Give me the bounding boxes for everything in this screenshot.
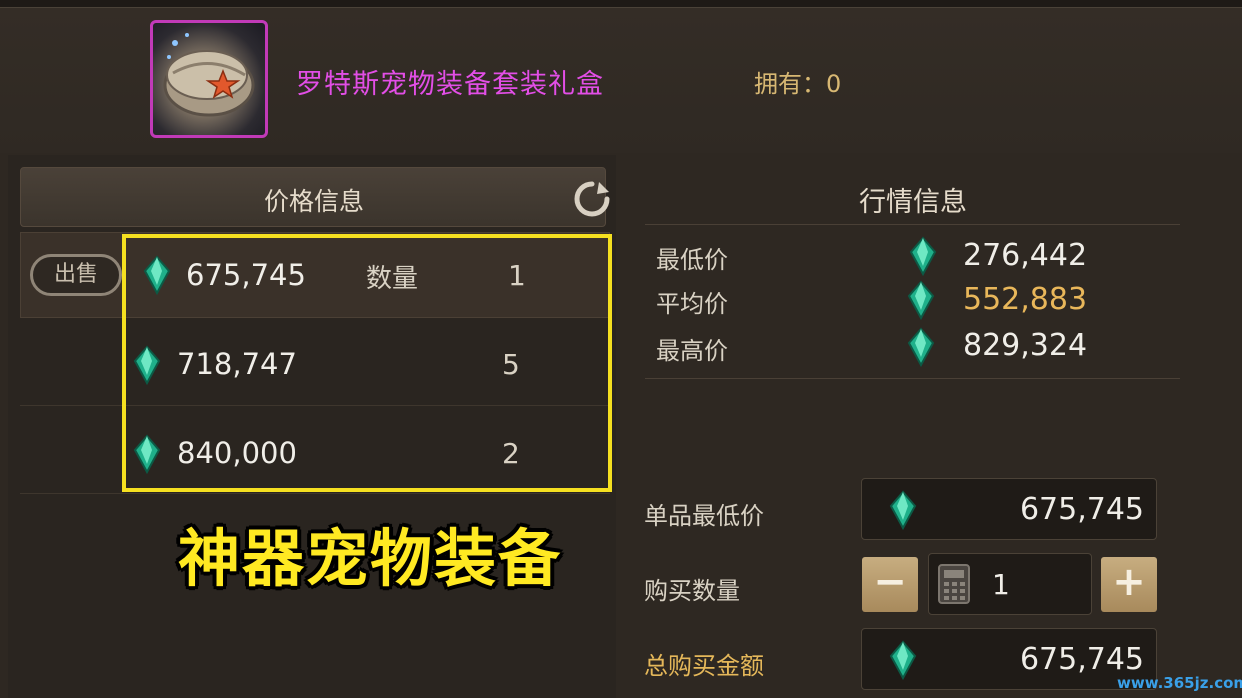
gem-icon bbox=[907, 280, 935, 320]
gem-icon bbox=[907, 327, 935, 367]
highest-price-value: 829,324 bbox=[963, 328, 1088, 363]
item-name: 罗特斯宠物装备套装礼盒 bbox=[296, 69, 604, 100]
lowest-price-value: 276,442 bbox=[963, 238, 1088, 273]
calculator-icon[interactable] bbox=[937, 563, 971, 605]
owned-count: 拥有：0 bbox=[754, 70, 842, 98]
divider bbox=[645, 224, 1180, 225]
unit-price-value: 675,745 bbox=[1019, 492, 1144, 527]
top-border bbox=[0, 0, 1242, 8]
decrease-button[interactable]: − bbox=[862, 557, 918, 612]
total-amount-label: 总购买金额 bbox=[644, 652, 764, 680]
highlight-box bbox=[122, 234, 612, 492]
gift-box-icon[interactable] bbox=[150, 20, 268, 138]
quantity-label: 购买数量 bbox=[644, 577, 740, 605]
price-info-header: 价格信息 bbox=[20, 167, 610, 227]
unit-price-field: 675,745 bbox=[861, 478, 1157, 540]
price-info-title: 价格信息 bbox=[263, 187, 364, 216]
lowest-price-label: 最低价 bbox=[656, 246, 728, 274]
refresh-icon[interactable] bbox=[573, 180, 611, 218]
increase-button[interactable]: + bbox=[1101, 557, 1157, 612]
gem-icon bbox=[889, 640, 917, 680]
unit-price-label: 单品最低价 bbox=[644, 502, 764, 530]
average-price-value: 552,883 bbox=[963, 282, 1088, 317]
average-price-label: 平均价 bbox=[656, 290, 728, 318]
quantity-value: 1 bbox=[992, 568, 1010, 601]
highest-price-label: 最高价 bbox=[656, 337, 728, 365]
market-info-title: 行情信息 bbox=[859, 187, 967, 218]
overlay-caption: 神器宠物装备 bbox=[178, 522, 563, 595]
divider bbox=[645, 378, 1180, 379]
watermark: www.365jz.com bbox=[1117, 674, 1242, 692]
gem-icon bbox=[909, 236, 937, 276]
total-amount-value: 675,745 bbox=[1019, 642, 1144, 677]
sell-button[interactable]: 出售 bbox=[30, 254, 122, 296]
gem-icon bbox=[889, 490, 917, 530]
total-amount-field: 675,745 bbox=[861, 628, 1157, 690]
